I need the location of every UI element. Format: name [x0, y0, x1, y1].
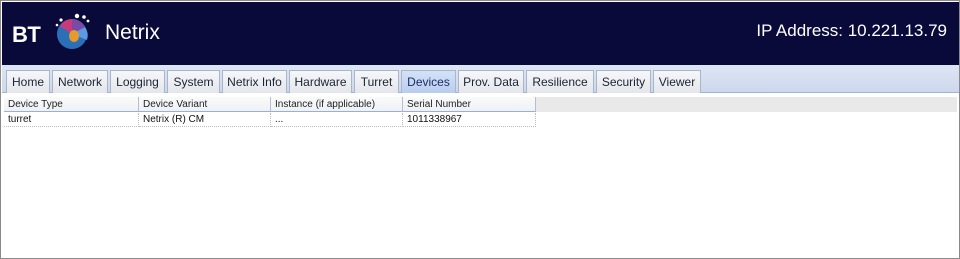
column-header-serial-number[interactable]: Serial Number [403, 97, 536, 112]
tab-strip: Home Network Logging System Netrix Info … [2, 65, 959, 93]
tab-security[interactable]: Security [596, 70, 651, 93]
column-header-device-type[interactable]: Device Type [4, 97, 139, 112]
app-frame: BT Netrix IP Address: 10.221.13.79 Home … [0, 0, 960, 259]
cell-serial-number: 1011338967 [403, 113, 536, 127]
tab-resilience[interactable]: Resilience [526, 70, 594, 93]
cell-device-variant: Netrix (R) CM [139, 113, 271, 127]
tab-hardware[interactable]: Hardware [289, 70, 352, 93]
tab-viewer[interactable]: Viewer [653, 70, 701, 93]
tab-netrix-info[interactable]: Netrix Info [222, 70, 287, 93]
table-row[interactable]: turret Netrix (R) CM ... 1011338967 [4, 113, 957, 127]
tab-network[interactable]: Network [52, 70, 108, 93]
tab-prov-data[interactable]: Prov. Data [458, 70, 524, 93]
column-header-device-variant[interactable]: Device Variant [139, 97, 271, 112]
tab-home[interactable]: Home [6, 70, 50, 93]
devices-grid: Device Type Device Variant Instance (if … [4, 97, 957, 257]
tab-devices[interactable]: Devices [401, 70, 456, 93]
app-header: BT Netrix IP Address: 10.221.13.79 [2, 2, 959, 65]
logo-bt-text: BT [12, 22, 41, 47]
cell-device-type: turret [4, 113, 139, 127]
bt-logo: BT Netrix [12, 12, 162, 56]
bt-globe-icon [55, 13, 90, 49]
tab-logging[interactable]: Logging [110, 70, 165, 93]
column-header-instance[interactable]: Instance (if applicable) [271, 97, 403, 112]
tab-system[interactable]: System [167, 70, 220, 93]
grid-header: Device Type Device Variant Instance (if … [4, 97, 957, 112]
brand-name: Netrix [105, 21, 160, 44]
tab-turret[interactable]: Turret [354, 70, 399, 93]
cell-instance: ... [271, 113, 403, 127]
ip-address-label: IP Address: 10.221.13.79 [756, 21, 947, 40]
